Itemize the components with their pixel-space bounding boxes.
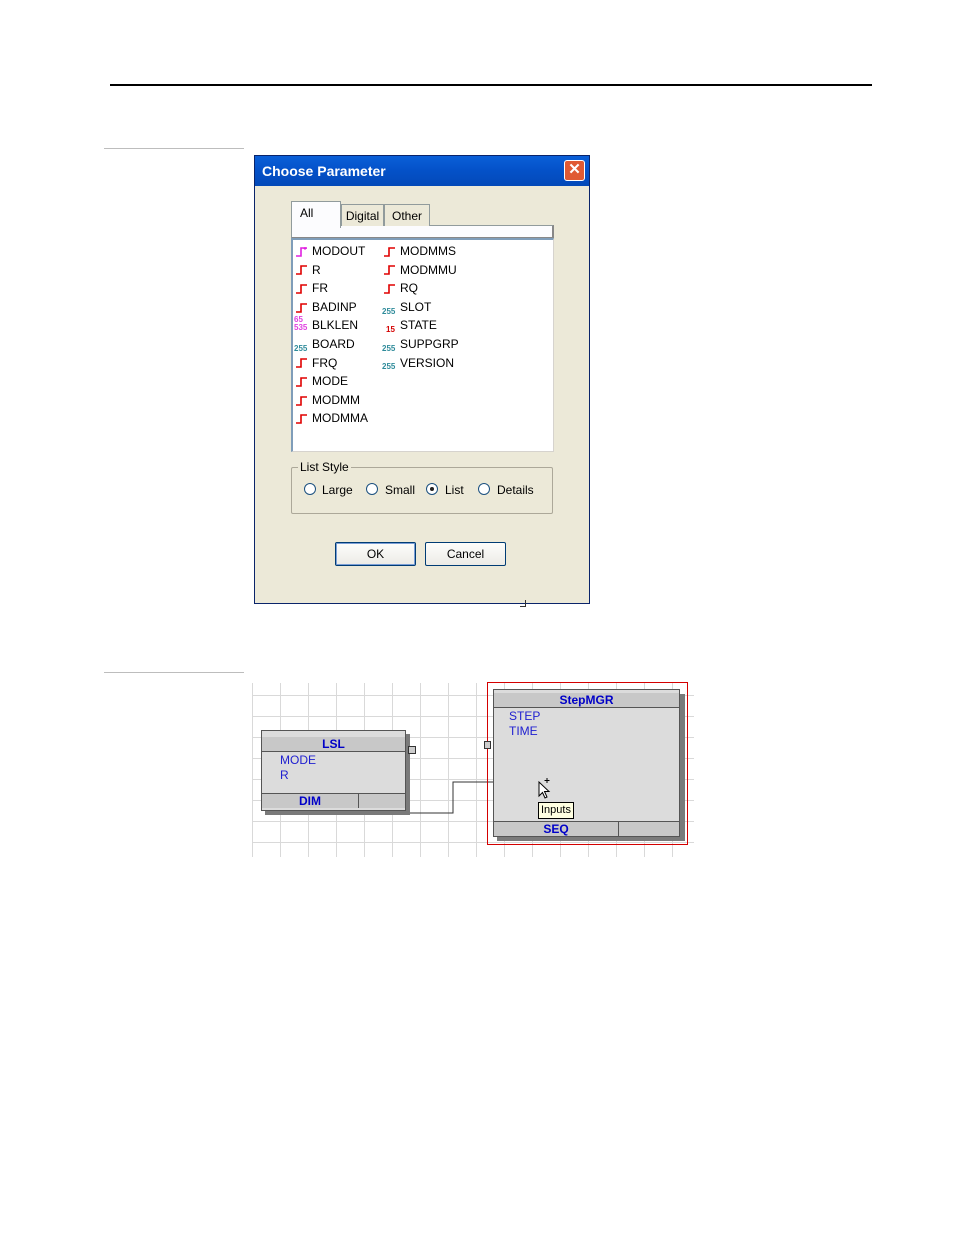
radio-large-label: Large <box>322 483 353 497</box>
lsl-block-footer: DIM <box>262 793 405 808</box>
cancel-button[interactable]: Cancel <box>425 542 506 566</box>
num-255-icon: 255 <box>382 362 396 372</box>
num-255-icon: 255 <box>382 306 396 316</box>
header-rule <box>110 84 872 86</box>
list-item[interactable]: 65 535 BLKLEN <box>294 316 368 335</box>
radio-large[interactable] <box>304 483 316 495</box>
radio-details[interactable] <box>478 483 490 495</box>
stepmgr-block-footer: SEQ <box>494 821 679 836</box>
stepmgr-block[interactable]: StepMGR STEP TIME SEQ <box>493 689 680 837</box>
parameter-column-2: MODMMS MODMMU RQ 255 SLOT 15 STATE 255 SUPP… <box>382 242 459 372</box>
stepmgr-input-port[interactable] <box>484 741 491 749</box>
list-item[interactable]: 255 VERSION <box>382 354 459 373</box>
list-item[interactable]: MODE <box>294 372 368 391</box>
radio-list-label: List <box>445 483 464 497</box>
list-item[interactable]: FRQ <box>294 354 368 373</box>
dialog-title: Choose Parameter <box>262 163 386 179</box>
resize-marker <box>520 600 526 607</box>
step-icon <box>294 282 312 296</box>
list-item[interactable]: MODMM <box>294 391 368 410</box>
list-item[interactable]: 255 SLOT <box>382 298 459 317</box>
step-icon <box>382 263 400 277</box>
close-icon[interactable]: ✕ <box>564 160 585 181</box>
lsl-output-port[interactable] <box>408 746 416 754</box>
lsl-pin-mode[interactable]: MODE <box>280 753 316 767</box>
list-item[interactable]: MODMMU <box>382 261 459 280</box>
list-item[interactable]: 15 STATE <box>382 316 459 335</box>
stepmgr-pin-time[interactable]: TIME <box>509 724 538 738</box>
list-item[interactable]: MODMMS <box>382 242 459 261</box>
list-item[interactable]: RQ <box>382 279 459 298</box>
radio-small[interactable] <box>366 483 378 495</box>
margin-rule <box>104 148 244 149</box>
arrow-cursor-icon <box>538 778 551 799</box>
list-item[interactable]: MODMMA <box>294 409 368 428</box>
step-out-icon <box>294 245 312 259</box>
step-icon <box>294 301 312 315</box>
choose-parameter-dialog: Choose Parameter ✕ All Digital Other MOD… <box>254 155 590 604</box>
step-icon <box>382 245 400 259</box>
inputs-tooltip: Inputs <box>538 802 574 819</box>
list-item[interactable]: FR <box>294 279 368 298</box>
tab-other[interactable]: Other <box>384 204 430 226</box>
list-item[interactable]: MODOUT <box>294 242 368 261</box>
num-65535-icon: 65 535 <box>294 315 308 333</box>
radio-details-label: Details <box>497 483 534 497</box>
lsl-pin-r[interactable]: R <box>280 768 289 782</box>
radio-small-label: Small <box>385 483 416 497</box>
lsl-block-title: LSL <box>262 737 405 752</box>
margin-rule <box>104 672 244 673</box>
lsl-footer-label: DIM <box>299 794 321 808</box>
step-icon <box>294 394 312 408</box>
step-icon <box>294 412 312 426</box>
title-bar[interactable]: Choose Parameter ✕ <box>255 156 589 186</box>
list-item[interactable]: 255 BOARD <box>294 335 368 354</box>
radio-list[interactable] <box>426 483 438 495</box>
parameter-column-1: MODOUT R FR BADINP 65 535 BLKLEN 255 BOARD … <box>294 242 368 428</box>
parameter-list[interactable]: MODOUT R FR BADINP 65 535 BLKLEN 255 BOARD … <box>291 238 554 452</box>
step-icon <box>382 282 400 296</box>
step-icon <box>294 356 312 370</box>
list-item[interactable]: 255 SUPPGRP <box>382 335 459 354</box>
stepmgr-pin-step[interactable]: STEP <box>509 709 540 723</box>
tab-all[interactable]: All <box>291 201 341 228</box>
step-icon <box>294 263 312 277</box>
step-icon <box>294 375 312 389</box>
ok-button[interactable]: OK <box>335 542 416 566</box>
lsl-block[interactable]: LSL MODE R DIM <box>261 730 406 811</box>
num-255-icon: 255 <box>382 343 396 353</box>
list-item[interactable]: R <box>294 261 368 280</box>
list-style-title: List Style <box>298 460 351 474</box>
list-item[interactable]: BADINP <box>294 298 368 317</box>
footer-divider <box>358 794 359 808</box>
footer-divider <box>618 822 619 836</box>
num-15-icon: 15 <box>386 325 395 335</box>
stepmgr-block-title: StepMGR <box>494 693 679 708</box>
tab-digital[interactable]: Digital <box>341 204 384 226</box>
num-255-icon: 255 <box>294 343 308 353</box>
stepmgr-footer-label: SEQ <box>543 822 569 836</box>
